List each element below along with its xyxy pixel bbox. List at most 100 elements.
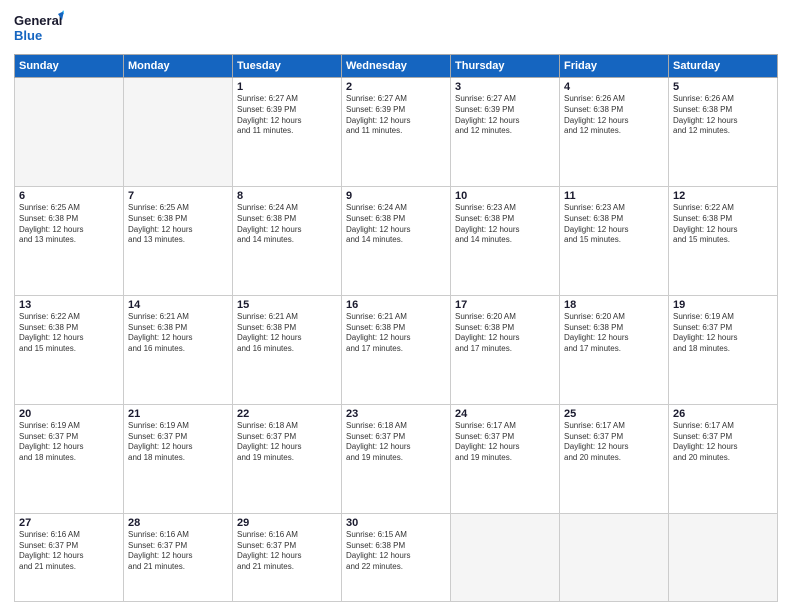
day-info: Sunrise: 6:17 AM Sunset: 6:37 PM Dayligh… [455,421,555,464]
day-number: 28 [128,517,228,529]
calendar-day-cell: 12Sunrise: 6:22 AM Sunset: 6:38 PM Dayli… [669,186,778,295]
day-number: 17 [455,299,555,311]
day-info: Sunrise: 6:16 AM Sunset: 6:37 PM Dayligh… [19,530,119,573]
calendar-day-cell [451,513,560,601]
page: General Blue SundayMondayTuesdayWednesda… [0,0,792,612]
day-number: 4 [564,81,664,93]
calendar-day-cell: 27Sunrise: 6:16 AM Sunset: 6:37 PM Dayli… [15,513,124,601]
day-number: 9 [346,190,446,202]
day-number: 15 [237,299,337,311]
calendar-week-row: 1Sunrise: 6:27 AM Sunset: 6:39 PM Daylig… [15,78,778,187]
day-number: 5 [673,81,773,93]
calendar-week-row: 13Sunrise: 6:22 AM Sunset: 6:38 PM Dayli… [15,295,778,404]
day-number: 20 [19,408,119,420]
weekday-header-row: SundayMondayTuesdayWednesdayThursdayFrid… [15,55,778,78]
weekday-header: Friday [560,55,669,78]
day-number: 16 [346,299,446,311]
day-number: 24 [455,408,555,420]
calendar-day-cell: 10Sunrise: 6:23 AM Sunset: 6:38 PM Dayli… [451,186,560,295]
day-number: 29 [237,517,337,529]
calendar-day-cell: 11Sunrise: 6:23 AM Sunset: 6:38 PM Dayli… [560,186,669,295]
day-number: 21 [128,408,228,420]
day-number: 8 [237,190,337,202]
calendar-day-cell: 22Sunrise: 6:18 AM Sunset: 6:37 PM Dayli… [233,404,342,513]
weekday-header: Monday [124,55,233,78]
calendar-day-cell: 3Sunrise: 6:27 AM Sunset: 6:39 PM Daylig… [451,78,560,187]
day-number: 25 [564,408,664,420]
calendar-day-cell: 17Sunrise: 6:20 AM Sunset: 6:38 PM Dayli… [451,295,560,404]
day-number: 18 [564,299,664,311]
calendar-day-cell [669,513,778,601]
day-info: Sunrise: 6:19 AM Sunset: 6:37 PM Dayligh… [673,312,773,355]
calendar-day-cell: 28Sunrise: 6:16 AM Sunset: 6:37 PM Dayli… [124,513,233,601]
calendar-day-cell: 24Sunrise: 6:17 AM Sunset: 6:37 PM Dayli… [451,404,560,513]
calendar-day-cell: 26Sunrise: 6:17 AM Sunset: 6:37 PM Dayli… [669,404,778,513]
day-number: 1 [237,81,337,93]
calendar-day-cell: 4Sunrise: 6:26 AM Sunset: 6:38 PM Daylig… [560,78,669,187]
day-info: Sunrise: 6:18 AM Sunset: 6:37 PM Dayligh… [346,421,446,464]
day-info: Sunrise: 6:24 AM Sunset: 6:38 PM Dayligh… [237,203,337,246]
calendar-day-cell: 8Sunrise: 6:24 AM Sunset: 6:38 PM Daylig… [233,186,342,295]
day-info: Sunrise: 6:16 AM Sunset: 6:37 PM Dayligh… [237,530,337,573]
day-info: Sunrise: 6:21 AM Sunset: 6:38 PM Dayligh… [346,312,446,355]
calendar-day-cell: 9Sunrise: 6:24 AM Sunset: 6:38 PM Daylig… [342,186,451,295]
calendar-day-cell: 13Sunrise: 6:22 AM Sunset: 6:38 PM Dayli… [15,295,124,404]
calendar-week-row: 6Sunrise: 6:25 AM Sunset: 6:38 PM Daylig… [15,186,778,295]
calendar-day-cell: 7Sunrise: 6:25 AM Sunset: 6:38 PM Daylig… [124,186,233,295]
day-info: Sunrise: 6:20 AM Sunset: 6:38 PM Dayligh… [564,312,664,355]
calendar-day-cell: 23Sunrise: 6:18 AM Sunset: 6:37 PM Dayli… [342,404,451,513]
day-number: 2 [346,81,446,93]
calendar-day-cell: 18Sunrise: 6:20 AM Sunset: 6:38 PM Dayli… [560,295,669,404]
calendar-day-cell: 14Sunrise: 6:21 AM Sunset: 6:38 PM Dayli… [124,295,233,404]
svg-text:General: General [14,13,62,28]
calendar-day-cell: 16Sunrise: 6:21 AM Sunset: 6:38 PM Dayli… [342,295,451,404]
day-info: Sunrise: 6:23 AM Sunset: 6:38 PM Dayligh… [564,203,664,246]
day-info: Sunrise: 6:21 AM Sunset: 6:38 PM Dayligh… [237,312,337,355]
day-info: Sunrise: 6:23 AM Sunset: 6:38 PM Dayligh… [455,203,555,246]
day-info: Sunrise: 6:25 AM Sunset: 6:38 PM Dayligh… [128,203,228,246]
calendar-day-cell: 30Sunrise: 6:15 AM Sunset: 6:38 PM Dayli… [342,513,451,601]
day-info: Sunrise: 6:17 AM Sunset: 6:37 PM Dayligh… [673,421,773,464]
day-number: 11 [564,190,664,202]
day-info: Sunrise: 6:19 AM Sunset: 6:37 PM Dayligh… [19,421,119,464]
day-number: 14 [128,299,228,311]
day-info: Sunrise: 6:27 AM Sunset: 6:39 PM Dayligh… [455,94,555,137]
day-info: Sunrise: 6:16 AM Sunset: 6:37 PM Dayligh… [128,530,228,573]
header: General Blue [14,10,778,46]
day-number: 3 [455,81,555,93]
day-info: Sunrise: 6:27 AM Sunset: 6:39 PM Dayligh… [237,94,337,137]
calendar-day-cell: 6Sunrise: 6:25 AM Sunset: 6:38 PM Daylig… [15,186,124,295]
day-info: Sunrise: 6:21 AM Sunset: 6:38 PM Dayligh… [128,312,228,355]
day-number: 19 [673,299,773,311]
weekday-header: Wednesday [342,55,451,78]
calendar-day-cell: 1Sunrise: 6:27 AM Sunset: 6:39 PM Daylig… [233,78,342,187]
day-number: 23 [346,408,446,420]
day-number: 30 [346,517,446,529]
calendar-day-cell: 25Sunrise: 6:17 AM Sunset: 6:37 PM Dayli… [560,404,669,513]
calendar-week-row: 20Sunrise: 6:19 AM Sunset: 6:37 PM Dayli… [15,404,778,513]
logo-svg: General Blue [14,10,64,46]
calendar-week-row: 27Sunrise: 6:16 AM Sunset: 6:37 PM Dayli… [15,513,778,601]
calendar-day-cell [15,78,124,187]
day-info: Sunrise: 6:24 AM Sunset: 6:38 PM Dayligh… [346,203,446,246]
calendar-day-cell: 21Sunrise: 6:19 AM Sunset: 6:37 PM Dayli… [124,404,233,513]
calendar-day-cell [124,78,233,187]
calendar-table: SundayMondayTuesdayWednesdayThursdayFrid… [14,54,778,602]
day-info: Sunrise: 6:26 AM Sunset: 6:38 PM Dayligh… [673,94,773,137]
weekday-header: Sunday [15,55,124,78]
day-info: Sunrise: 6:25 AM Sunset: 6:38 PM Dayligh… [19,203,119,246]
day-number: 7 [128,190,228,202]
day-info: Sunrise: 6:26 AM Sunset: 6:38 PM Dayligh… [564,94,664,137]
day-info: Sunrise: 6:27 AM Sunset: 6:39 PM Dayligh… [346,94,446,137]
day-info: Sunrise: 6:22 AM Sunset: 6:38 PM Dayligh… [673,203,773,246]
calendar-day-cell [560,513,669,601]
calendar-day-cell: 15Sunrise: 6:21 AM Sunset: 6:38 PM Dayli… [233,295,342,404]
calendar-day-cell: 20Sunrise: 6:19 AM Sunset: 6:37 PM Dayli… [15,404,124,513]
day-info: Sunrise: 6:15 AM Sunset: 6:38 PM Dayligh… [346,530,446,573]
day-number: 10 [455,190,555,202]
calendar-day-cell: 19Sunrise: 6:19 AM Sunset: 6:37 PM Dayli… [669,295,778,404]
day-info: Sunrise: 6:20 AM Sunset: 6:38 PM Dayligh… [455,312,555,355]
day-number: 22 [237,408,337,420]
weekday-header: Thursday [451,55,560,78]
calendar-day-cell: 5Sunrise: 6:26 AM Sunset: 6:38 PM Daylig… [669,78,778,187]
